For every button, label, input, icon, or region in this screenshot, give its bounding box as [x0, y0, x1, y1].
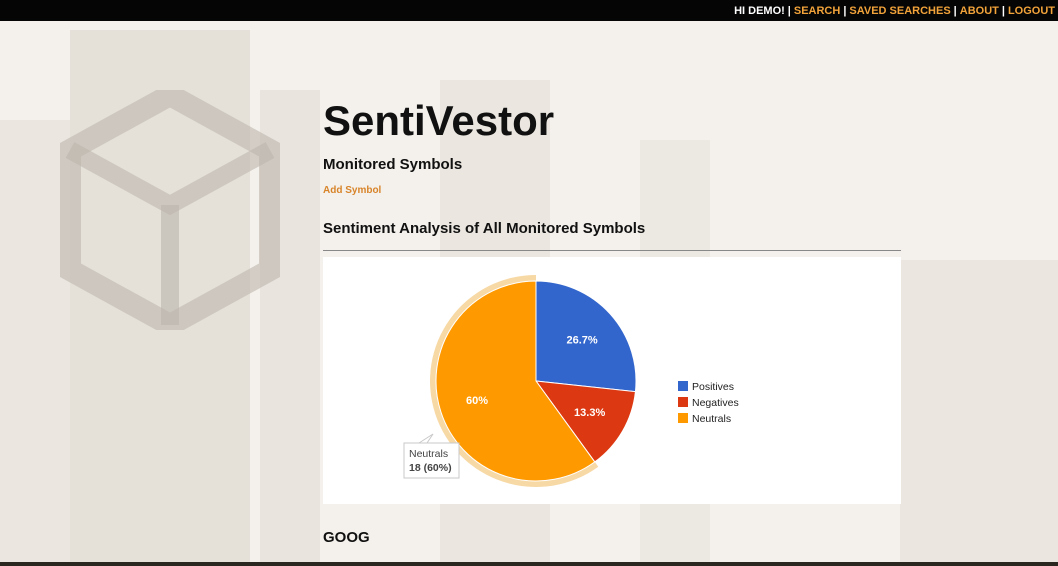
legend-label-negatives: Negatives: [692, 397, 739, 409]
nav-saved-searches-link[interactable]: SAVED SEARCHES: [849, 5, 950, 17]
monitored-symbols-heading: Monitored Symbols: [323, 156, 463, 173]
slice-label-positives: 26.7%: [567, 335, 598, 347]
nav-search-link[interactable]: SEARCH: [794, 5, 840, 17]
add-symbol-link[interactable]: Add Symbol: [323, 185, 381, 196]
legend-swatch-neutrals: [678, 413, 688, 423]
sentiment-section-heading: Sentiment Analysis of All Monitored Symb…: [323, 220, 646, 237]
bottom-strip: [0, 562, 1058, 566]
tooltip-title: Neutrals: [409, 448, 448, 460]
sentiment-pie-chart: 26.7% 13.3% 60% Positives Negatives Neutrals N…: [323, 257, 901, 504]
page-title: SentiVestor: [323, 97, 555, 144]
legend-label-neutrals: Neutrals: [692, 413, 731, 425]
legend-swatch-positives: [678, 381, 688, 391]
nav-about-link[interactable]: ABOUT: [960, 5, 999, 17]
pie-chart-svg: 26.7% 13.3% 60% Positives Negatives Neutrals N…: [403, 275, 739, 487]
legend-label-positives: Positives: [692, 381, 734, 393]
section-divider: [323, 250, 901, 251]
user-greeting: HI DEMO!: [734, 4, 785, 17]
slice-label-neutrals: 60%: [466, 395, 488, 407]
legend-swatch-negatives: [678, 397, 688, 407]
logo-watermark-icon: [60, 90, 280, 330]
nav-logout-link[interactable]: LOGOUT: [1008, 5, 1055, 17]
tooltip-detail: 18 (60%): [409, 462, 452, 474]
slice-label-negatives: 13.3%: [574, 407, 605, 419]
top-navigation-bar: HI DEMO! | SEARCH | SAVED SEARCHES | ABO…: [0, 0, 1058, 21]
symbol-heading-goog: GOOG: [323, 529, 370, 546]
